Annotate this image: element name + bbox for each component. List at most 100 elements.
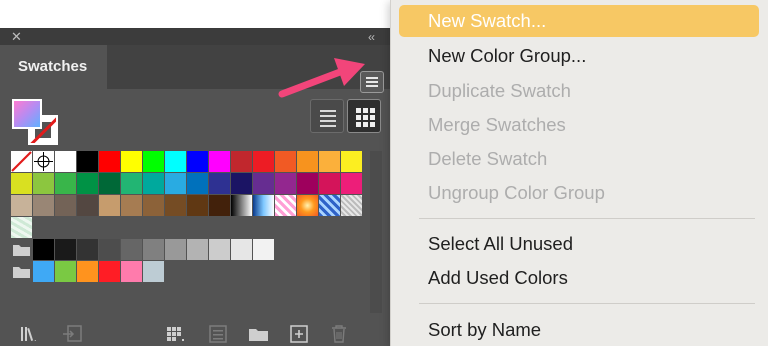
color-group-folder-icon [10, 238, 33, 261]
menu-item-new-color-group[interactable]: New Color Group... [399, 40, 759, 72]
swatch[interactable] [98, 150, 121, 173]
swatch[interactable] [32, 260, 55, 283]
swatch[interactable] [340, 150, 363, 173]
libraries-icon[interactable]: . [20, 325, 42, 346]
swatch[interactable] [164, 172, 187, 195]
swatch-options-icon [208, 325, 230, 346]
swatch[interactable] [98, 238, 121, 261]
screenshot-stage: ✕ ‹‹ Swatches . New Swatch... New Color … [0, 0, 768, 346]
collapse-icon[interactable]: ‹‹ [368, 29, 375, 45]
swatch[interactable] [186, 172, 209, 195]
tab-swatches[interactable]: Swatches [0, 45, 107, 89]
swatch[interactable] [142, 172, 165, 195]
swatch[interactable] [230, 172, 253, 195]
swatch[interactable] [164, 238, 187, 261]
swatch[interactable] [208, 172, 231, 195]
swatch[interactable] [54, 260, 77, 283]
swatch[interactable] [142, 260, 165, 283]
swatch[interactable] [274, 172, 297, 195]
swatch-grad-bw[interactable] [230, 194, 253, 217]
swatch-pattern-leaves[interactable] [10, 216, 33, 239]
menu-item-ungroup-color-group: Ungroup Color Group [428, 182, 605, 203]
swatch[interactable] [208, 194, 231, 217]
hamburger-menu-icon[interactable] [360, 71, 384, 93]
swatch[interactable] [164, 194, 187, 217]
swatch[interactable] [296, 150, 319, 173]
menu-item-delete-swatch: Delete Swatch [428, 148, 548, 169]
swatch[interactable] [98, 260, 121, 283]
swatch[interactable] [76, 150, 99, 173]
swatch[interactable] [32, 172, 55, 195]
swatch[interactable] [142, 238, 165, 261]
swatch[interactable] [10, 172, 33, 195]
menu-item-new-swatch[interactable]: New Swatch... [399, 5, 759, 37]
new-swatch-icon[interactable] [289, 325, 311, 346]
swatch[interactable] [142, 150, 165, 173]
list-view-icon[interactable] [310, 99, 344, 133]
swatch[interactable] [230, 238, 253, 261]
panel-flyout-menu: New Swatch... New Color Group... Duplica… [390, 0, 768, 346]
view-toggle [310, 99, 382, 133]
swatch[interactable] [186, 238, 209, 261]
swatch[interactable] [230, 150, 253, 173]
swatch[interactable] [98, 194, 121, 217]
swatch[interactable] [120, 238, 143, 261]
swatch[interactable] [54, 238, 77, 261]
swatch[interactable] [318, 172, 341, 195]
swatch[interactable] [340, 172, 363, 195]
new-color-group-icon[interactable] [248, 325, 270, 346]
panel-tab-strip: Swatches [0, 45, 392, 93]
show-swatch-kinds-icon[interactable] [166, 325, 188, 346]
grid-view-icon[interactable] [347, 99, 381, 133]
swatch[interactable] [208, 238, 231, 261]
swatch[interactable] [186, 150, 209, 173]
swatch[interactable] [274, 150, 297, 173]
menu-separator [419, 303, 755, 304]
swatch-grad-orange[interactable] [296, 194, 319, 217]
swatch[interactable] [98, 172, 121, 195]
fill-stroke-indicator[interactable] [12, 99, 62, 147]
menu-item-sort-by-name[interactable]: Sort by Name [399, 314, 759, 346]
swatch[interactable] [142, 194, 165, 217]
panel-title-bar: ✕ ‹‹ [0, 29, 392, 45]
delete-swatch-icon [329, 325, 351, 346]
menu-item-duplicate-swatch: Duplicate Swatch [428, 80, 571, 101]
swatch[interactable] [318, 150, 341, 173]
swatch[interactable] [120, 172, 143, 195]
swatch[interactable] [76, 238, 99, 261]
swatch[interactable] [252, 172, 275, 195]
swatch[interactable] [10, 194, 33, 217]
swatch[interactable] [252, 150, 275, 173]
swatch[interactable] [296, 172, 319, 195]
close-icon[interactable]: ✕ [11, 29, 22, 45]
menu-item-merge-swatches: Merge Swatches [428, 114, 566, 135]
swatch[interactable] [252, 238, 275, 261]
swatch[interactable] [76, 260, 99, 283]
swatch[interactable] [76, 172, 99, 195]
swatch[interactable] [54, 194, 77, 217]
swatch[interactable] [186, 194, 209, 217]
swatch-grad-blue[interactable] [252, 194, 275, 217]
swatch[interactable] [120, 150, 143, 173]
swatch[interactable] [120, 260, 143, 283]
menu-item-add-used-colors[interactable]: Add Used Colors [399, 262, 759, 294]
fill-swatch[interactable] [12, 99, 42, 129]
swatch-none-icon[interactable] [10, 150, 33, 173]
swatch-pattern-blue[interactable] [318, 194, 341, 217]
swatch[interactable] [32, 194, 55, 217]
menu-item-select-all-unused[interactable]: Select All Unused [399, 228, 759, 260]
swatch-pattern-pink[interactable] [274, 194, 297, 217]
color-group-folder-icon [10, 260, 33, 283]
swatch[interactable] [54, 172, 77, 195]
swatch[interactable] [120, 194, 143, 217]
swatch[interactable] [164, 150, 187, 173]
swatch[interactable] [32, 238, 55, 261]
swatch[interactable] [76, 194, 99, 217]
swatch-registration-icon[interactable] [32, 150, 55, 173]
place-swatches-icon [62, 325, 84, 346]
swatch[interactable] [54, 150, 77, 173]
swatch-pattern-check[interactable] [340, 194, 363, 217]
swatch-scrollbar[interactable] [370, 151, 382, 313]
panel-bottom-bar: . [0, 317, 392, 346]
swatch[interactable] [208, 150, 231, 173]
